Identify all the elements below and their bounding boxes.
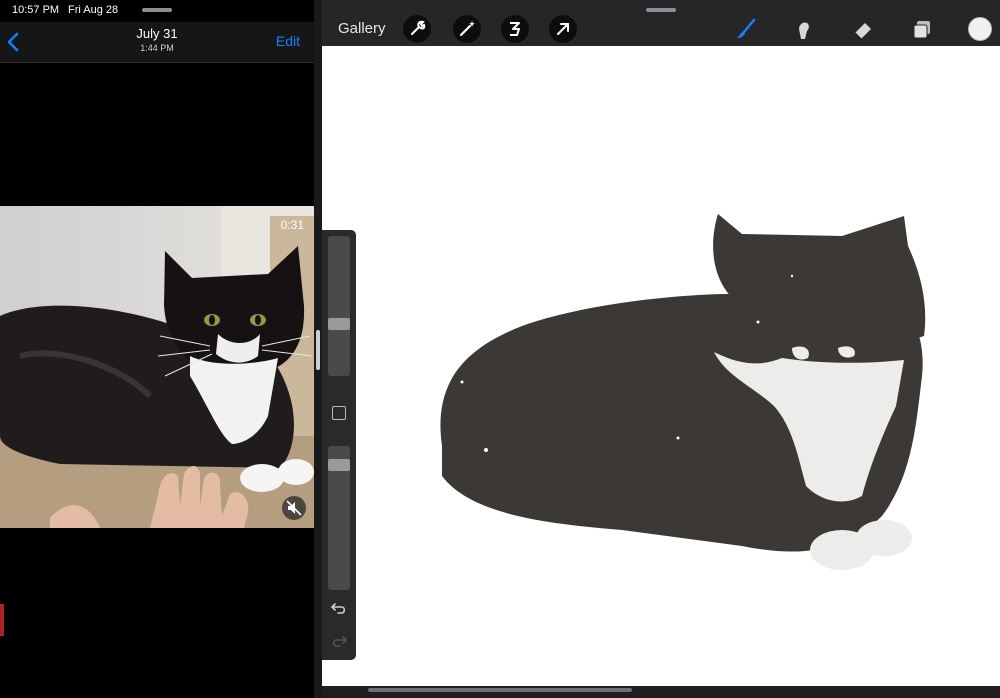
window-grabber[interactable] bbox=[646, 8, 676, 12]
photos-nav-bar: July 31 1:44 PM Edit bbox=[0, 22, 314, 63]
cat-video-frame bbox=[0, 206, 314, 528]
undo-button[interactable] bbox=[330, 600, 348, 621]
procreate-sidebar bbox=[322, 230, 356, 660]
split-view-divider[interactable] bbox=[314, 0, 322, 698]
opacity-knob[interactable] bbox=[328, 459, 350, 471]
procreate-app: Gallery bbox=[322, 0, 1000, 698]
procreate-toolbar: Gallery bbox=[322, 0, 1000, 46]
opacity-slider[interactable] bbox=[328, 446, 350, 590]
mute-button[interactable] bbox=[282, 496, 306, 520]
selection-icon bbox=[510, 22, 520, 36]
edit-button[interactable]: Edit bbox=[276, 33, 300, 49]
eraser-icon bbox=[854, 23, 871, 40]
transform-arrow-icon bbox=[557, 23, 569, 35]
smudge-icon bbox=[799, 22, 809, 39]
undo-icon bbox=[330, 603, 346, 614]
drawing-canvas[interactable] bbox=[322, 46, 1000, 688]
photos-app: 10:57 PM Fri Aug 28 July 31 1:44 PM Edit bbox=[0, 0, 314, 698]
gallery-button[interactable]: Gallery bbox=[338, 20, 386, 37]
transform-button[interactable] bbox=[549, 15, 577, 43]
redo-button[interactable] bbox=[330, 633, 348, 654]
color-picker-button[interactable] bbox=[968, 17, 992, 41]
edge-marker bbox=[0, 604, 4, 636]
video-player[interactable]: 0:31 bbox=[0, 206, 314, 528]
status-time: 10:57 PM bbox=[12, 4, 60, 16]
status-date: Fri Aug 28 bbox=[68, 4, 119, 16]
actions-button[interactable] bbox=[403, 15, 431, 43]
brush-size-slider[interactable] bbox=[328, 236, 350, 376]
window-grabber[interactable] bbox=[142, 8, 172, 12]
redo-icon bbox=[332, 636, 348, 647]
selection-button[interactable] bbox=[501, 15, 529, 43]
modify-button[interactable] bbox=[332, 406, 346, 420]
photo-time-subtitle: 1:44 PM bbox=[140, 43, 174, 53]
speaker-muted-icon bbox=[286, 500, 302, 516]
eraser-tool-button[interactable] bbox=[849, 15, 877, 43]
adjustments-button[interactable] bbox=[453, 15, 481, 43]
home-indicator[interactable] bbox=[368, 688, 632, 692]
divider-handle[interactable] bbox=[316, 330, 320, 370]
photo-date-title: July 31 bbox=[136, 26, 178, 41]
magic-wand-icon bbox=[459, 21, 475, 37]
video-duration: 0:31 bbox=[280, 218, 304, 232]
cat-drawing bbox=[440, 214, 926, 570]
layers-icon bbox=[913, 21, 930, 39]
smudge-tool-button[interactable] bbox=[789, 15, 817, 43]
brush-size-knob[interactable] bbox=[328, 318, 350, 330]
brush-icon bbox=[737, 18, 756, 38]
wrench-icon bbox=[411, 20, 426, 35]
layers-button[interactable] bbox=[908, 15, 936, 43]
brush-tool-button[interactable] bbox=[732, 15, 760, 43]
